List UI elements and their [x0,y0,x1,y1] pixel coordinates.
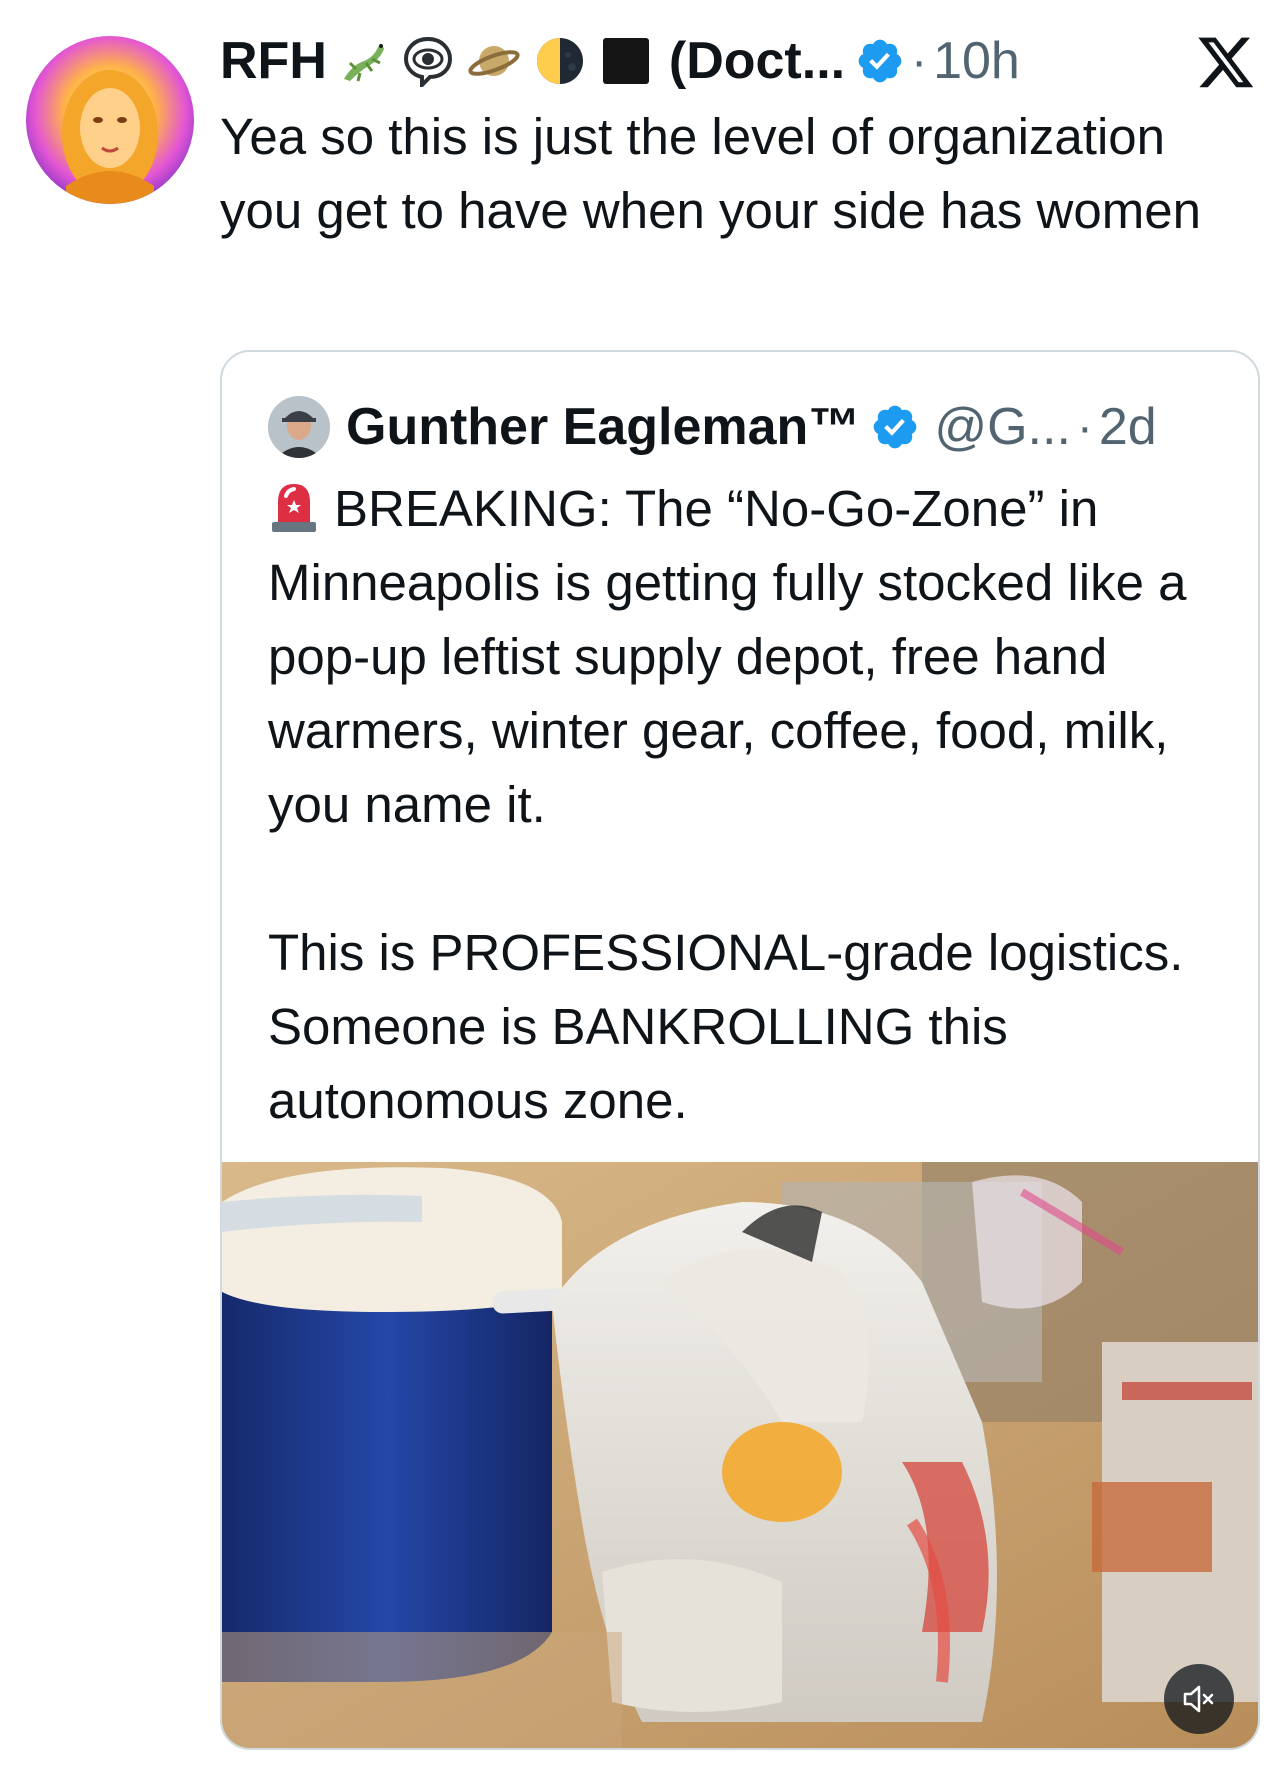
quoted-post-paragraph: BREAKING: The “No-Go-Zone” in Minneapoli… [268,472,1238,842]
quoted-author-display-name: Gunther Eagleman™ [346,398,861,456]
police-car-light-emoji [268,478,320,534]
quoted-post-text: BREAKING: The “No-Go-Zone” in Minneapoli… [268,472,1238,1138]
quoted-post-card[interactable]: Gunther Eagleman™ @G... · 2d BREAKING: T… [220,350,1260,1750]
post: RFH (Doct... · 10h Yea so this is just t… [0,0,1279,1779]
x-logo-icon[interactable] [1196,34,1256,90]
quoted-post-header: Gunther Eagleman™ @G... · 2d [268,392,1157,462]
post-header: RFH (Doct... · 10h [220,26,1220,96]
quoted-post-paragraph-2: This is PROFESSIONAL-grade logistics. So… [268,924,1184,1129]
mute-toggle-button[interactable] [1164,1664,1234,1734]
volume-muted-icon [1183,1685,1214,1713]
author-name-truncated[interactable]: (Doct... [669,31,845,91]
post-text: Yea so this is just the level of organiz… [220,108,1201,239]
black-large-square-emoji [595,30,657,92]
ringed-planet-emoji [463,30,525,92]
lizard-emoji [331,30,393,92]
quoted-author-avatar[interactable] [268,396,330,458]
author-avatar[interactable] [26,36,194,204]
eye-in-speech-bubble-emoji [397,30,459,92]
quoted-author-handle: @G... [934,398,1071,456]
last-quarter-moon-emoji [529,30,591,92]
verified-badge-icon [870,402,920,452]
video-frame [222,1162,1258,1748]
separator-dot: · [911,34,928,88]
separator-dot: · [1076,400,1093,454]
quoted-post-video[interactable] [222,1162,1258,1748]
verified-badge-icon [855,36,905,86]
quoted-post-paragraph-1: BREAKING: The “No-Go-Zone” in Minneapoli… [268,480,1187,833]
author-display-name[interactable]: RFH [220,31,327,91]
post-timestamp[interactable]: 10h [933,31,1020,91]
quoted-post-timestamp: 2d [1098,398,1157,456]
